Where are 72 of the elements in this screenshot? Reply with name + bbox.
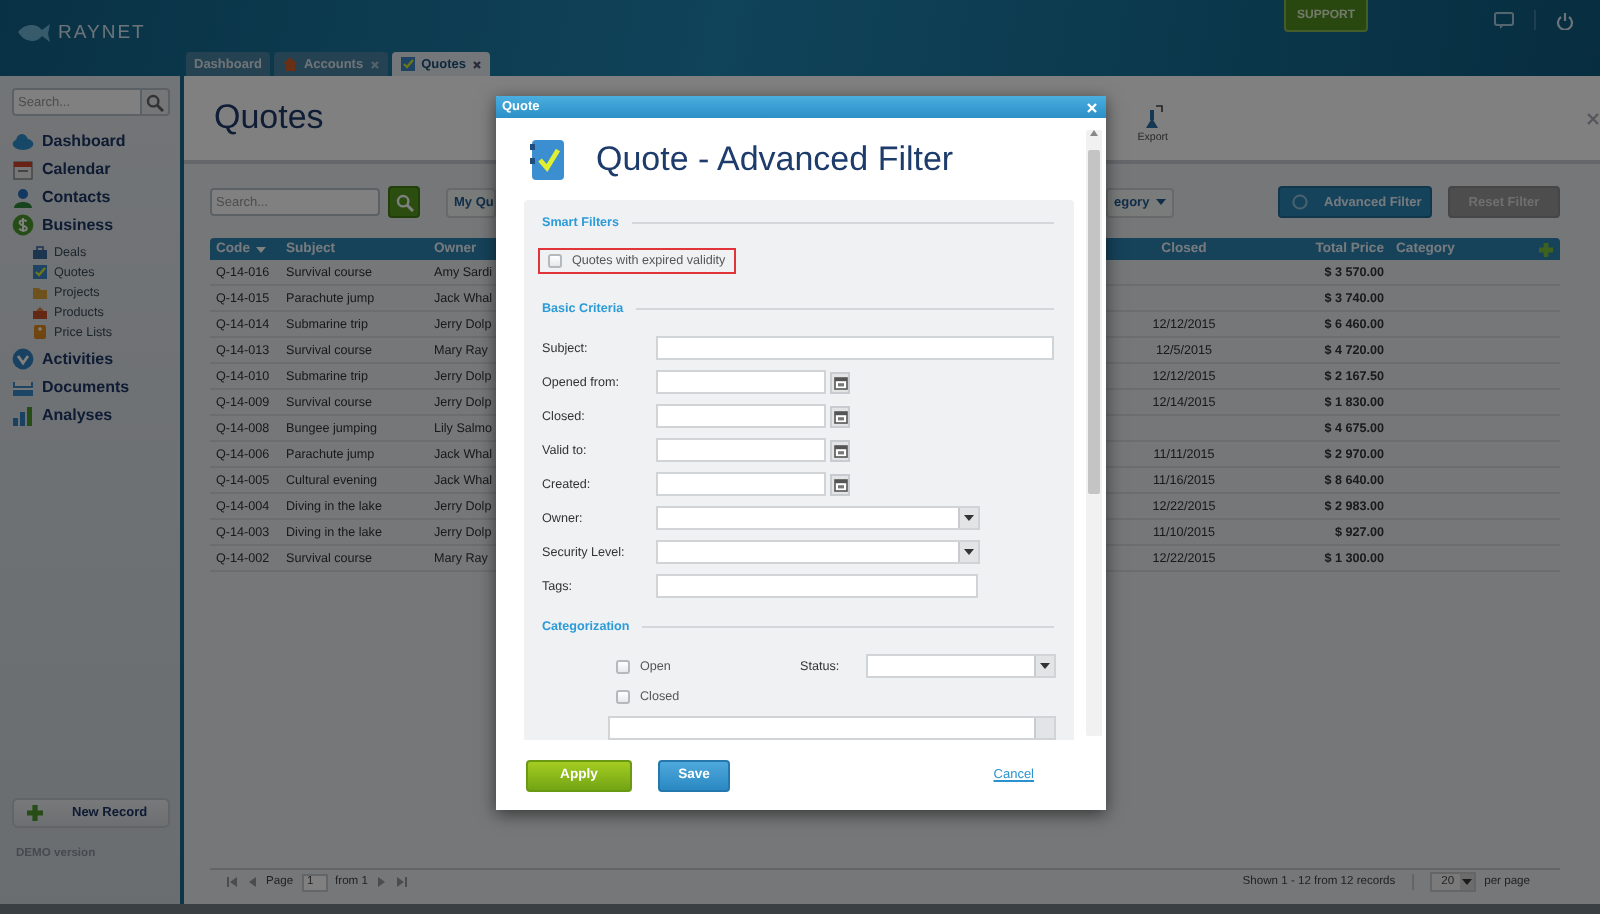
search-button[interactable] xyxy=(388,186,420,218)
document-icon xyxy=(12,377,34,397)
bar-chart-icon xyxy=(12,405,34,425)
last-page-icon[interactable] xyxy=(395,876,408,888)
caret-icon xyxy=(1040,662,1050,671)
box-icon xyxy=(32,305,48,319)
search-icon xyxy=(146,93,164,111)
nav-item[interactable]: Contacts xyxy=(12,186,170,208)
nav-item[interactable]: Documents xyxy=(12,376,170,398)
calendar-button[interactable] xyxy=(830,439,850,462)
caret-icon xyxy=(1155,198,1166,206)
input-field[interactable] xyxy=(655,336,1054,361)
calendar-icon xyxy=(833,409,847,424)
caret-icon xyxy=(256,245,266,253)
calendar-icon xyxy=(12,159,34,179)
chat-icon[interactable] xyxy=(1494,11,1514,29)
date-field[interactable] xyxy=(656,370,826,395)
nav-item[interactable]: Calendar xyxy=(12,158,170,180)
plus-icon xyxy=(26,804,44,822)
date-field[interactable] xyxy=(656,472,826,497)
search-icon xyxy=(395,193,413,211)
close-icon[interactable] xyxy=(1586,111,1600,125)
nav-item[interactable]: Dashboard xyxy=(12,130,170,152)
nav-item[interactable]: Analyses xyxy=(12,404,170,426)
dropdown-field[interactable] xyxy=(608,716,1056,740)
dropdown-field[interactable] xyxy=(656,506,980,531)
close-icon[interactable] xyxy=(369,59,380,69)
house-icon xyxy=(281,56,298,72)
circle-icon xyxy=(1292,194,1308,210)
next-page-icon[interactable] xyxy=(375,876,388,888)
price-tag-icon xyxy=(32,324,48,340)
fish-logo-icon xyxy=(16,22,52,44)
checklist-icon xyxy=(399,56,416,72)
cloud-icon xyxy=(12,132,34,150)
page-title: Quotes xyxy=(214,98,324,138)
scroll-up-icon[interactable] xyxy=(1090,130,1098,136)
calendar-icon xyxy=(833,477,847,492)
calendar-button[interactable] xyxy=(830,473,850,496)
calendar-button[interactable] xyxy=(830,405,850,428)
checkbox[interactable] xyxy=(616,659,630,674)
check-circle-icon xyxy=(12,348,34,370)
caret-icon xyxy=(964,514,974,523)
calendar-button[interactable] xyxy=(830,371,850,394)
power-icon[interactable] xyxy=(1556,11,1574,29)
add-column-icon[interactable] xyxy=(1538,241,1554,257)
previous-page-icon[interactable] xyxy=(246,876,258,888)
dropdown-field[interactable] xyxy=(866,654,1056,679)
calendar-icon xyxy=(833,375,847,390)
person-icon xyxy=(12,187,34,207)
logo-text: RAYNET xyxy=(58,22,146,44)
caret-icon xyxy=(964,548,974,557)
caret-icon xyxy=(1462,878,1473,886)
dropdown-field[interactable] xyxy=(656,540,980,565)
scrollbar[interactable] xyxy=(1086,130,1102,736)
nav-item[interactable]: Business xyxy=(12,214,170,236)
first-page-icon[interactable] xyxy=(226,876,238,888)
close-icon[interactable] xyxy=(471,59,482,69)
date-field[interactable] xyxy=(656,438,826,463)
search-button[interactable] xyxy=(142,88,170,116)
checklist-icon xyxy=(530,137,566,181)
calendar-icon xyxy=(833,443,847,458)
date-field[interactable] xyxy=(656,404,826,429)
dialog-heading: Quote - Advanced Filter xyxy=(596,139,954,179)
export-icon xyxy=(1140,104,1165,130)
folder-icon xyxy=(32,285,48,299)
checkbox[interactable] xyxy=(616,690,630,705)
briefcase-icon xyxy=(32,245,48,259)
checkbox[interactable] xyxy=(548,253,562,268)
nav-item[interactable]: Activities xyxy=(12,348,170,370)
checklist-icon xyxy=(32,264,48,280)
tags-field[interactable] xyxy=(656,574,978,599)
dollar-icon xyxy=(12,214,34,236)
